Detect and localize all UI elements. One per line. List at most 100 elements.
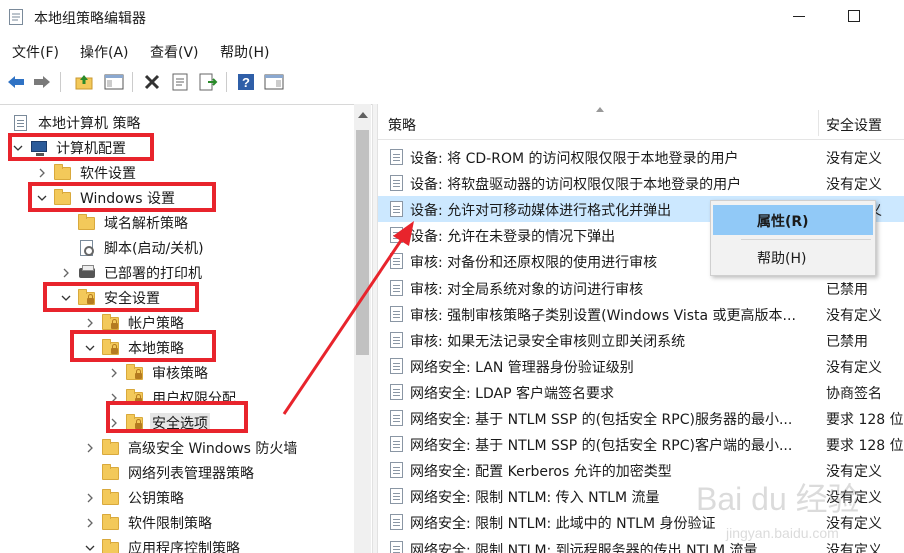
policy-icon — [389, 462, 405, 479]
tree-item-label: 本地计算机 策略 — [38, 116, 141, 132]
policy-name: 网络安全: LDAP 客户端签名要求 — [410, 385, 614, 402]
policy-row[interactable]: 网络安全: 基于 NTLM SSP 的(包括安全 RPC)服务器的最小... 要求… — [378, 405, 904, 431]
policy-row[interactable]: 审核: 如果无法记录安全审核则立即关闭系统 已禁用 — [378, 327, 904, 353]
menu-file[interactable]: 文件(F) — [12, 42, 59, 62]
forward-icon[interactable] — [30, 70, 54, 94]
scrollbar-thumb[interactable] — [356, 130, 369, 355]
folder-icon — [102, 439, 120, 456]
toolbar-separator — [226, 72, 227, 92]
annotation-box-local-policies — [70, 330, 216, 362]
policy-icon — [389, 175, 405, 192]
tree-item-public-key-policies[interactable]: 公钥策略 — [84, 486, 186, 510]
annotation-box-computer-config — [8, 133, 154, 161]
column-divider[interactable] — [818, 110, 819, 136]
baidu-watermark: Bai du 经验 jingyan.baidu.com — [696, 481, 860, 541]
folder-icon — [102, 464, 120, 481]
svg-text:Bai du 经验: Bai du 经验 — [696, 481, 860, 517]
policy-icon — [389, 253, 405, 270]
console-tree: 本地计算机 策略 计算机配置 软件设置 Windows 设置 域名解析策略 脚本… — [0, 104, 372, 553]
toolbar-separator — [132, 72, 133, 92]
tree-item-scripts[interactable]: 脚本(启动/关机) — [60, 236, 206, 260]
chevron-right-icon[interactable] — [60, 267, 72, 279]
policy-row[interactable]: 设备: 将软盘驱动器的访问权限仅限于本地登录的用户 没有定义 — [378, 170, 904, 196]
policy-icon — [389, 488, 405, 505]
context-menu-label: 属性(R) — [757, 214, 809, 230]
policy-row[interactable]: 网络安全: LDAP 客户端签名要求 协商签名 — [378, 379, 904, 405]
column-header-policy[interactable]: 策略 — [388, 115, 416, 135]
policy-row[interactable]: 网络安全: LAN 管理器身份验证级别 没有定义 — [378, 353, 904, 379]
maximize-button[interactable] — [848, 10, 860, 22]
tree-item-label: 域名解析策略 — [104, 216, 188, 232]
chevron-right-icon[interactable] — [84, 442, 96, 454]
tree-scrollbar[interactable] — [354, 104, 371, 553]
title-bar: 本地组策略编辑器 — [0, 0, 904, 34]
chevron-right-icon[interactable] — [36, 167, 48, 179]
policy-icon — [389, 305, 405, 322]
list-header: 策略 安全设置 — [378, 104, 904, 140]
tree-item-software-restriction[interactable]: 软件限制策略 — [84, 511, 214, 535]
properties-icon[interactable] — [168, 70, 192, 94]
sort-caret-icon — [596, 107, 604, 112]
tree-item-label: 脚本(启动/关机) — [104, 241, 204, 257]
back-icon[interactable] — [4, 70, 28, 94]
scroll-up-icon[interactable] — [358, 112, 368, 118]
context-menu: 属性(R) 帮助(H) — [710, 200, 876, 276]
policy-row[interactable]: 设备: 将 CD-ROM 的访问权限仅限于本地登录的用户 没有定义 — [378, 144, 904, 170]
chevron-right-icon[interactable] — [108, 367, 120, 379]
tree-item-label: 审核策略 — [152, 366, 208, 382]
policy-name: 审核: 如果无法记录安全审核则立即关闭系统 — [410, 333, 686, 350]
security-folder-icon — [102, 314, 120, 331]
show-action-pane-icon[interactable] — [262, 70, 286, 94]
security-folder-icon — [126, 364, 144, 381]
context-menu-help[interactable]: 帮助(H) — [713, 242, 873, 272]
tree-item-label: 高级安全 Windows 防火墙 — [128, 441, 298, 457]
tree-item-app-control-policies[interactable]: 应用程序控制策略 — [84, 536, 242, 553]
policy-name: 网络安全: 基于 NTLM SSP 的(包括安全 RPC)客户端的最小... — [410, 438, 793, 455]
tree-item-label: 软件限制策略 — [128, 516, 212, 532]
annotation-box-windows-settings — [28, 182, 216, 212]
policy-setting: 没有定义 — [826, 151, 882, 167]
folder-icon — [102, 489, 120, 506]
up-folder-icon[interactable] — [72, 70, 96, 94]
policy-row[interactable]: 网络安全: 基于 NTLM SSP 的(包括安全 RPC)客户端的最小... 要求… — [378, 431, 904, 457]
export-list-icon[interactable] — [196, 70, 220, 94]
policy-setting: 已禁用 — [826, 333, 868, 350]
chevron-right-icon[interactable] — [84, 517, 96, 529]
policy-icon — [389, 149, 405, 165]
help-icon[interactable]: ? — [234, 70, 258, 94]
tree-item-local-computer-policy[interactable]: 本地计算机 策略 — [12, 111, 142, 135]
tree-item-label: 网络列表管理器策略 — [128, 466, 254, 482]
policy-icon — [389, 540, 405, 553]
policy-row[interactable]: 审核: 强制审核策略子类别设置(Windows Vista 或更高版本... 没有… — [378, 301, 904, 327]
context-menu-label: 帮助(H) — [757, 251, 807, 267]
menu-action[interactable]: 操作(A) — [80, 42, 129, 62]
tree-item-windows-firewall[interactable]: 高级安全 Windows 防火墙 — [84, 436, 299, 460]
menu-bar: 文件(F) 操作(A) 查看(V) 帮助(H) — [0, 36, 904, 64]
context-menu-properties[interactable]: 属性(R) — [713, 205, 873, 235]
menu-view[interactable]: 查看(V) — [150, 42, 199, 62]
policy-row[interactable]: 审核: 对全局系统对象的访问进行审核 已禁用 — [378, 275, 904, 301]
policy-setting: 已禁用 — [826, 281, 868, 298]
policy-setting: 要求 128 位 — [826, 412, 904, 428]
minimize-button[interactable] — [793, 16, 805, 17]
chevron-right-icon[interactable] — [84, 317, 96, 329]
annotation-box-security-settings — [43, 282, 199, 312]
delete-icon[interactable] — [140, 70, 164, 94]
window-title: 本地组策略编辑器 — [34, 11, 146, 27]
tree-item-network-list-manager[interactable]: 网络列表管理器策略 — [84, 461, 256, 485]
tree-item-audit-policy[interactable]: 审核策略 — [108, 361, 210, 385]
column-header-setting[interactable]: 安全设置 — [826, 115, 882, 135]
chevron-down-icon[interactable] — [84, 542, 96, 553]
tree-item-label: 应用程序控制策略 — [128, 541, 240, 553]
annotation-box-security-options — [106, 401, 248, 433]
chevron-right-icon[interactable] — [84, 492, 96, 504]
policy-icon — [389, 410, 405, 426]
toolbar: ? — [0, 66, 904, 98]
show-hide-tree-icon[interactable] — [102, 70, 126, 94]
tree-item-name-resolution-policy[interactable]: 域名解析策略 — [60, 211, 190, 235]
tree-item-label: 公钥策略 — [128, 491, 184, 507]
folder-icon — [78, 214, 96, 231]
menu-help[interactable]: 帮助(H) — [220, 42, 269, 62]
policy-icon — [389, 227, 405, 244]
policy-editor-app-icon — [9, 9, 23, 25]
